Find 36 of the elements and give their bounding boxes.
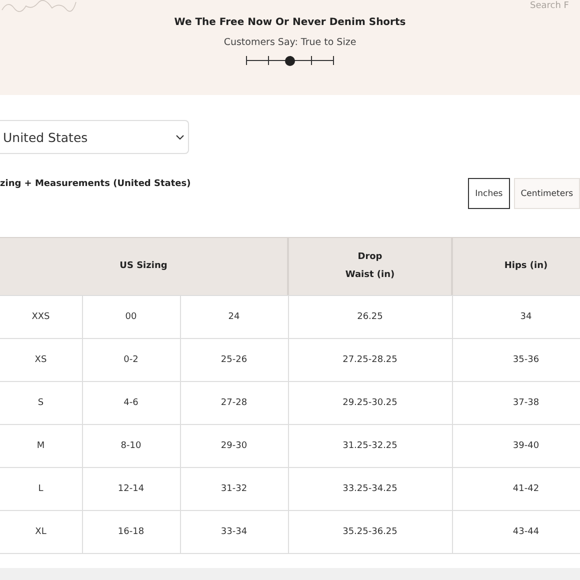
table-cell: 33.25-34.25: [288, 468, 452, 510]
table-cell: L: [0, 468, 82, 510]
unit-button[interactable]: Inches: [468, 178, 510, 209]
column-header: Drop Waist (in): [288, 237, 452, 295]
table-cell: 00: [82, 296, 180, 338]
table-cell: S: [0, 382, 82, 424]
table-cell: 27.25-28.25: [288, 338, 452, 382]
unit-button[interactable]: Centimeters: [514, 178, 580, 209]
table-cell: XS: [0, 338, 82, 382]
table-cell: 16-18: [82, 510, 180, 554]
chevron-down-icon: [176, 134, 184, 140]
table-cell: 34: [452, 296, 580, 338]
product-title: We The Free Now Or Never Denim Shorts: [174, 17, 406, 28]
table-cell: 31.25-32.25: [288, 424, 452, 468]
table-cell: 33-34: [180, 510, 288, 554]
table-cell: M: [0, 424, 82, 468]
table-cell: 8-10: [82, 424, 180, 468]
table-cell: 12-14: [82, 468, 180, 510]
table-cell: 31-32: [180, 468, 288, 510]
section-title: zing + Measurements (United States): [0, 179, 191, 189]
table-cell: 27-28: [180, 382, 288, 424]
table-cell: XXS: [0, 296, 82, 338]
fit-label: Customers Say: True to Size: [224, 37, 356, 48]
country-select[interactable]: United States: [0, 120, 189, 154]
search-field[interactable]: Search F: [530, 0, 578, 11]
table-cell: XL: [0, 510, 82, 554]
column-header: Hips (in): [452, 237, 580, 295]
table-cell: 29.25-30.25: [288, 382, 452, 424]
table-cell: 24: [180, 296, 288, 338]
table-cell: 29-30: [180, 424, 288, 468]
table-cell: 26.25: [288, 296, 452, 338]
table-cell: 0-2: [82, 338, 180, 382]
table-cell: 25-26: [180, 338, 288, 382]
table-cell: 4-6: [82, 382, 180, 424]
column-header: US Sizing: [0, 237, 288, 295]
table-cell: 35.25-36.25: [288, 510, 452, 554]
